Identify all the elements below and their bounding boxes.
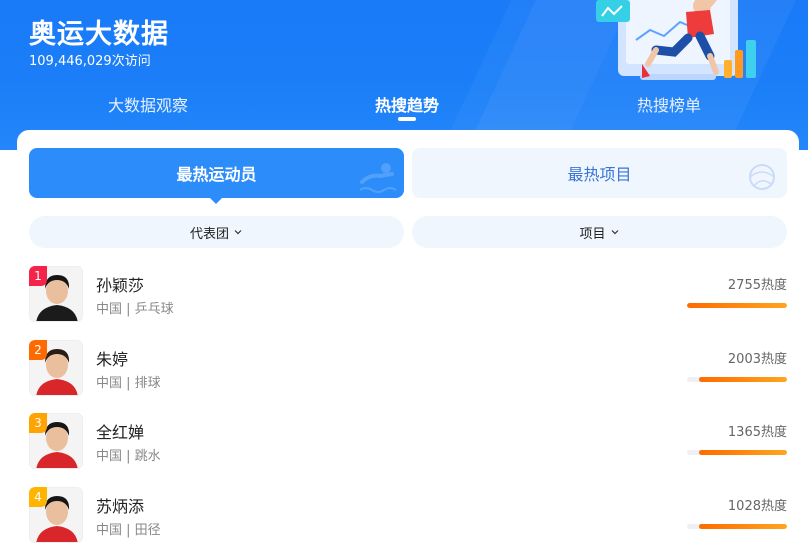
rank-badge: 4	[29, 487, 47, 507]
header-banner: 奥运大数据 109,446,029次访问 大数据观察 热搜趋势 热搜榜单	[0, 0, 808, 150]
athlete-name: 朱婷	[96, 350, 129, 369]
heat-bar-fill	[699, 450, 787, 455]
delegation-filter-label: 代表团	[189, 226, 229, 242]
event-filter-label: 项目	[579, 226, 606, 242]
heat-bar	[687, 524, 787, 529]
content-card: 最热运动员 最热项目 代表团 项目 1 孙颖莎 中国 | 乒乓球 2755热度 2 朱婷中…	[17, 130, 799, 555]
tab-big-data-observation[interactable]: 大数据观察	[100, 92, 196, 116]
heat-bar	[687, 377, 787, 382]
athlete-sport: 跳水	[134, 449, 161, 464]
athlete-meta: 中国 | 田径	[96, 519, 161, 538]
rank-badge: 2	[29, 340, 47, 360]
active-tab-indicator	[398, 117, 416, 121]
hottest-athletes-label: 最热运动员	[176, 165, 257, 184]
heat-bar	[687, 450, 787, 455]
heat-bar-fill	[699, 524, 787, 529]
athlete-meta: 中国 | 乒乓球	[96, 298, 174, 317]
athlete-country: 中国	[96, 449, 123, 464]
rank-badge: 3	[29, 413, 47, 433]
athlete-row[interactable]: 1 孙颖莎中国 | 乒乓球 2755热度	[29, 266, 787, 326]
athlete-row[interactable]: 2 朱婷中国 | 排球 2003热度	[29, 340, 787, 400]
ball-watermark-icon	[749, 164, 775, 190]
heat-value: 2003热度	[727, 352, 787, 367]
meta-separator: |	[122, 523, 135, 538]
meta-separator: |	[122, 302, 135, 317]
heat-bar	[687, 303, 787, 308]
athlete-row[interactable]: 4 苏炳添中国 | 田径 1028热度	[29, 487, 787, 547]
athlete-country: 中国	[96, 302, 123, 317]
heat-value: 1365热度	[727, 425, 787, 440]
athlete-sport: 田径	[134, 523, 161, 538]
nav-tabs: 大数据观察 热搜趋势 热搜榜单	[0, 84, 808, 124]
tab-hot-search-ranking[interactable]: 热搜榜单	[624, 92, 714, 116]
swimmer-watermark-icon	[359, 163, 397, 193]
athlete-country: 中国	[96, 376, 123, 391]
athlete-meta: 中国 | 跳水	[96, 445, 161, 464]
event-filter-dropdown[interactable]: 项目	[412, 216, 787, 248]
delegation-filter-dropdown[interactable]: 代表团	[29, 216, 404, 248]
athlete-meta: 中国 | 排球	[96, 372, 161, 391]
athlete-sport: 排球	[134, 376, 161, 391]
chevron-down-icon	[234, 230, 242, 235]
rank-badge: 1	[29, 266, 47, 286]
athlete-sport: 乒乓球	[134, 302, 174, 317]
sprinter-illustration-icon	[596, 0, 756, 80]
hottest-events-label: 最热项目	[567, 165, 632, 184]
heat-bar-fill	[699, 377, 787, 382]
hottest-events-button[interactable]: 最热项目	[412, 148, 787, 198]
heat-value: 2755热度	[727, 278, 787, 293]
meta-separator: |	[122, 376, 135, 391]
heat-bar-fill	[687, 303, 787, 308]
chevron-down-icon	[611, 230, 618, 235]
athlete-name: 孙颖莎	[96, 276, 145, 295]
heat-value: 1028热度	[727, 499, 787, 514]
athlete-name: 苏炳添	[96, 497, 145, 516]
athlete-row[interactable]: 3 全红婵中国 | 跳水 1365热度	[29, 413, 787, 473]
page-title: 奥运大数据	[29, 19, 169, 50]
visit-count: 109,446,029次访问	[29, 54, 151, 69]
meta-separator: |	[122, 449, 135, 464]
tab-hot-search-trend[interactable]: 热搜趋势	[362, 92, 452, 116]
athlete-country: 中国	[96, 523, 123, 538]
athlete-name: 全红婵	[96, 423, 145, 442]
hottest-athletes-button[interactable]: 最热运动员	[29, 148, 404, 198]
segment-pointer	[209, 197, 223, 204]
